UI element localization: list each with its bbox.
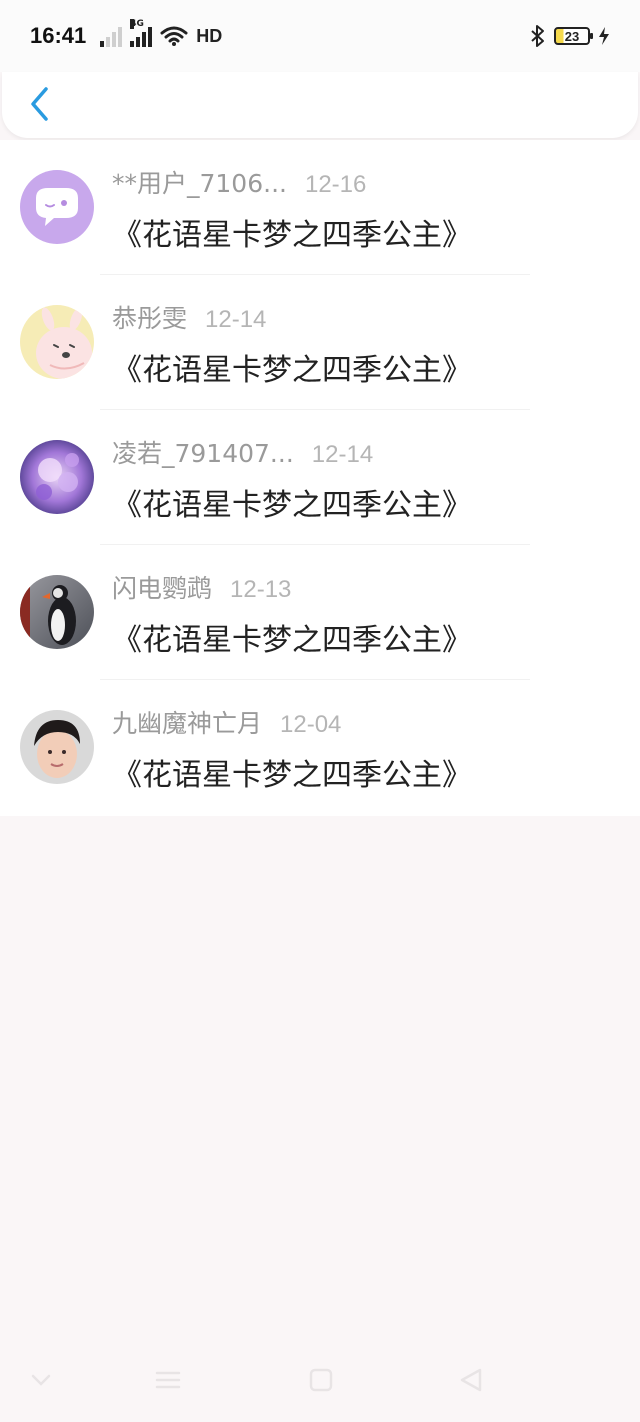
item-date: 12-13 bbox=[230, 576, 292, 603]
home-icon[interactable] bbox=[308, 1367, 334, 1393]
item-date: 12-04 bbox=[280, 711, 342, 738]
user-name[interactable]: **用户_7106... bbox=[112, 164, 287, 200]
item-meta: 闪电鹦鹉 12-13 bbox=[112, 569, 291, 605]
user-name[interactable]: 闪电鹦鹉 bbox=[112, 569, 212, 605]
item-meta: 恭彤雯 12-14 bbox=[112, 299, 266, 335]
header bbox=[2, 72, 638, 138]
status-bar: 16:41 4G HD 23 bbox=[0, 0, 640, 72]
bluetooth-icon bbox=[531, 25, 544, 47]
wifi-icon bbox=[160, 26, 188, 46]
list-item[interactable]: **用户_7106... 12-16 《花语星卡梦之四季公主》 bbox=[0, 140, 640, 275]
book-title[interactable]: 《花语星卡梦之四季公主》 bbox=[112, 345, 472, 389]
list-item[interactable]: 恭彤雯 12-14 《花语星卡梦之四季公主》 bbox=[0, 275, 640, 410]
list-item[interactable]: 凌若_791407... 12-14 《花语星卡梦之四季公主》 bbox=[0, 410, 640, 545]
book-title[interactable]: 《花语星卡梦之四季公主》 bbox=[112, 210, 472, 254]
system-nav-bar bbox=[0, 1345, 640, 1415]
menu-icon[interactable] bbox=[154, 1369, 182, 1391]
book-title[interactable]: 《花语星卡梦之四季公主》 bbox=[112, 480, 472, 524]
back-button[interactable] bbox=[20, 84, 60, 124]
item-meta: 九幽魔神亡月 12-04 bbox=[112, 704, 341, 740]
chevron-left-icon bbox=[31, 87, 48, 121]
back-icon[interactable] bbox=[458, 1367, 484, 1393]
signal-no-sim-icon bbox=[100, 25, 123, 47]
item-meta: **用户_7106... 12-16 bbox=[112, 164, 366, 200]
status-left-icons: 4G HD bbox=[100, 19, 223, 47]
list-item[interactable]: 九幽魔神亡月 12-04 《花语星卡梦之四季公主》 bbox=[0, 680, 640, 815]
puffin-avatar[interactable] bbox=[20, 575, 94, 649]
portrait-avatar[interactable] bbox=[20, 710, 94, 784]
book-title[interactable]: 《花语星卡梦之四季公主》 bbox=[112, 615, 472, 659]
user-name[interactable]: 凌若_791407... bbox=[112, 434, 294, 470]
list-item[interactable]: 闪电鹦鹉 12-13 《花语星卡梦之四季公主》 bbox=[0, 545, 640, 680]
user-name[interactable]: 恭彤雯 bbox=[112, 299, 187, 335]
item-date: 12-14 bbox=[311, 441, 374, 468]
book-title[interactable]: 《花语星卡梦之四季公主》 bbox=[112, 750, 472, 794]
item-date: 12-14 bbox=[205, 306, 267, 333]
status-time: 16:41 bbox=[30, 23, 87, 48]
network-label: 4G bbox=[130, 19, 144, 29]
hd-icon: HD bbox=[196, 25, 223, 46]
user-name[interactable]: 九幽魔神亡月 bbox=[112, 704, 262, 740]
battery-icon: 23 bbox=[554, 27, 593, 45]
status-right-icons: 23 bbox=[530, 24, 610, 48]
signal-4g-icon: 4G bbox=[130, 19, 153, 47]
flower-avatar[interactable] bbox=[20, 440, 94, 514]
item-meta: 凌若_791407... 12-14 bbox=[112, 434, 373, 470]
user-list: **用户_7106... 12-16 《花语星卡梦之四季公主》 恭彤雯 12-1… bbox=[0, 140, 640, 816]
item-date: 12-16 bbox=[304, 171, 367, 198]
collapse-icon[interactable] bbox=[30, 1373, 52, 1387]
bunny-avatar[interactable] bbox=[20, 305, 94, 379]
charging-icon bbox=[599, 27, 609, 45]
chat-bubble-avatar[interactable] bbox=[20, 170, 94, 244]
battery-level: 23 bbox=[564, 28, 580, 44]
